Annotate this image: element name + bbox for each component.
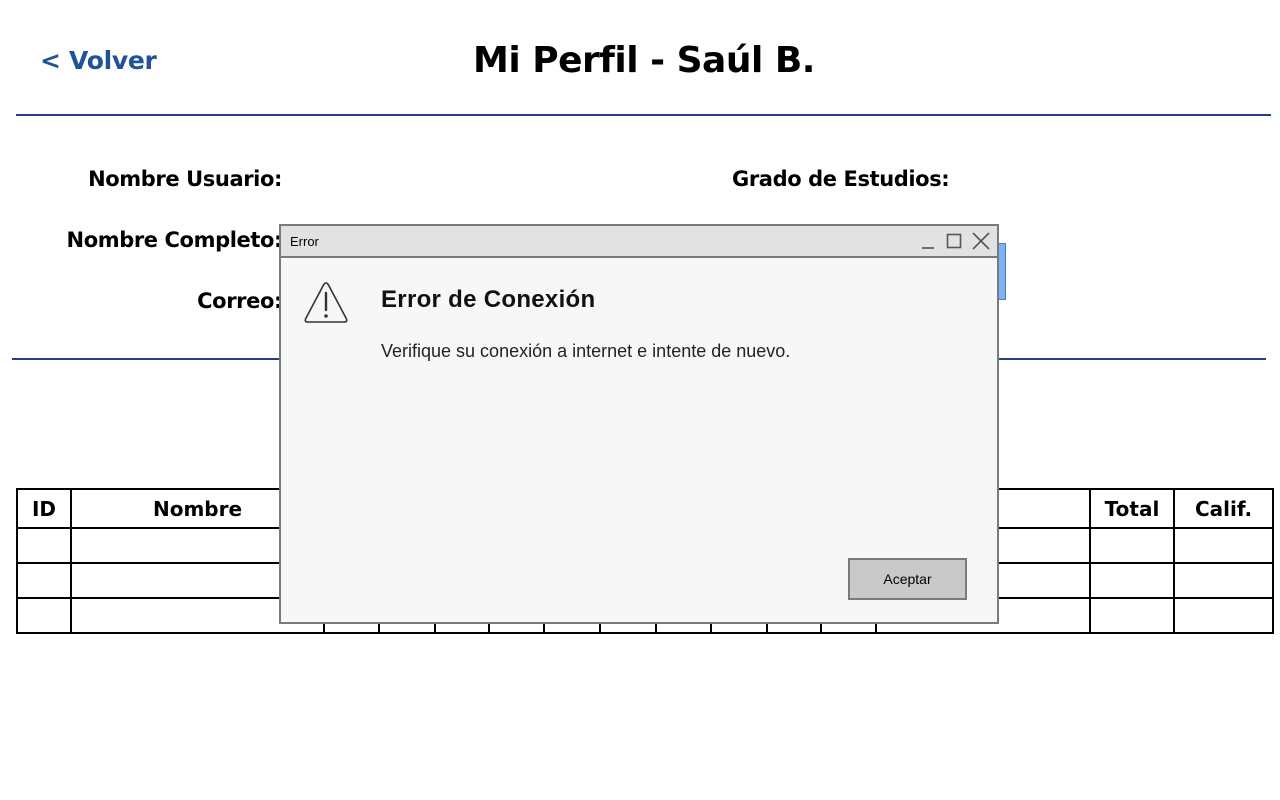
table-cell xyxy=(16,562,72,599)
table-cell xyxy=(1173,597,1274,634)
degree-label: Grado de Estudios: xyxy=(732,167,950,191)
dialog-message: Verifique su conexión a internet e inten… xyxy=(381,341,791,361)
page-title: Mi Perfil - Saúl B. xyxy=(473,40,815,81)
table-cell xyxy=(1089,597,1175,634)
table-cell xyxy=(1089,527,1175,564)
table-cell xyxy=(1089,562,1175,599)
table-cell xyxy=(16,527,72,564)
column-header: ID xyxy=(16,488,72,529)
column-header: Total xyxy=(1089,488,1175,529)
profile-page: < Volver Mi Perfil - Saúl B. Nombre Usua… xyxy=(0,0,1280,800)
dialog-titlebar[interactable]: Error xyxy=(281,226,997,258)
column-header: Calif. xyxy=(1173,488,1274,529)
table-cell xyxy=(1173,527,1274,564)
warning-icon xyxy=(303,281,349,325)
email-label: Correo: xyxy=(197,289,282,313)
maximize-icon[interactable] xyxy=(944,230,964,252)
table-cell xyxy=(16,597,72,634)
fullname-label: Nombre Completo: xyxy=(66,228,283,252)
username-label: Nombre Usuario: xyxy=(88,167,282,191)
dialog-window-title: Error xyxy=(290,234,319,249)
dialog-heading: Error de Conexión xyxy=(381,286,596,313)
table-cell xyxy=(1173,562,1274,599)
minimize-icon[interactable] xyxy=(918,230,938,252)
header-divider xyxy=(16,114,1271,116)
error-dialog: Error Error de Conexión Verifique su con… xyxy=(279,224,999,624)
close-icon[interactable] xyxy=(971,230,991,252)
accept-button[interactable]: Aceptar xyxy=(848,558,967,600)
